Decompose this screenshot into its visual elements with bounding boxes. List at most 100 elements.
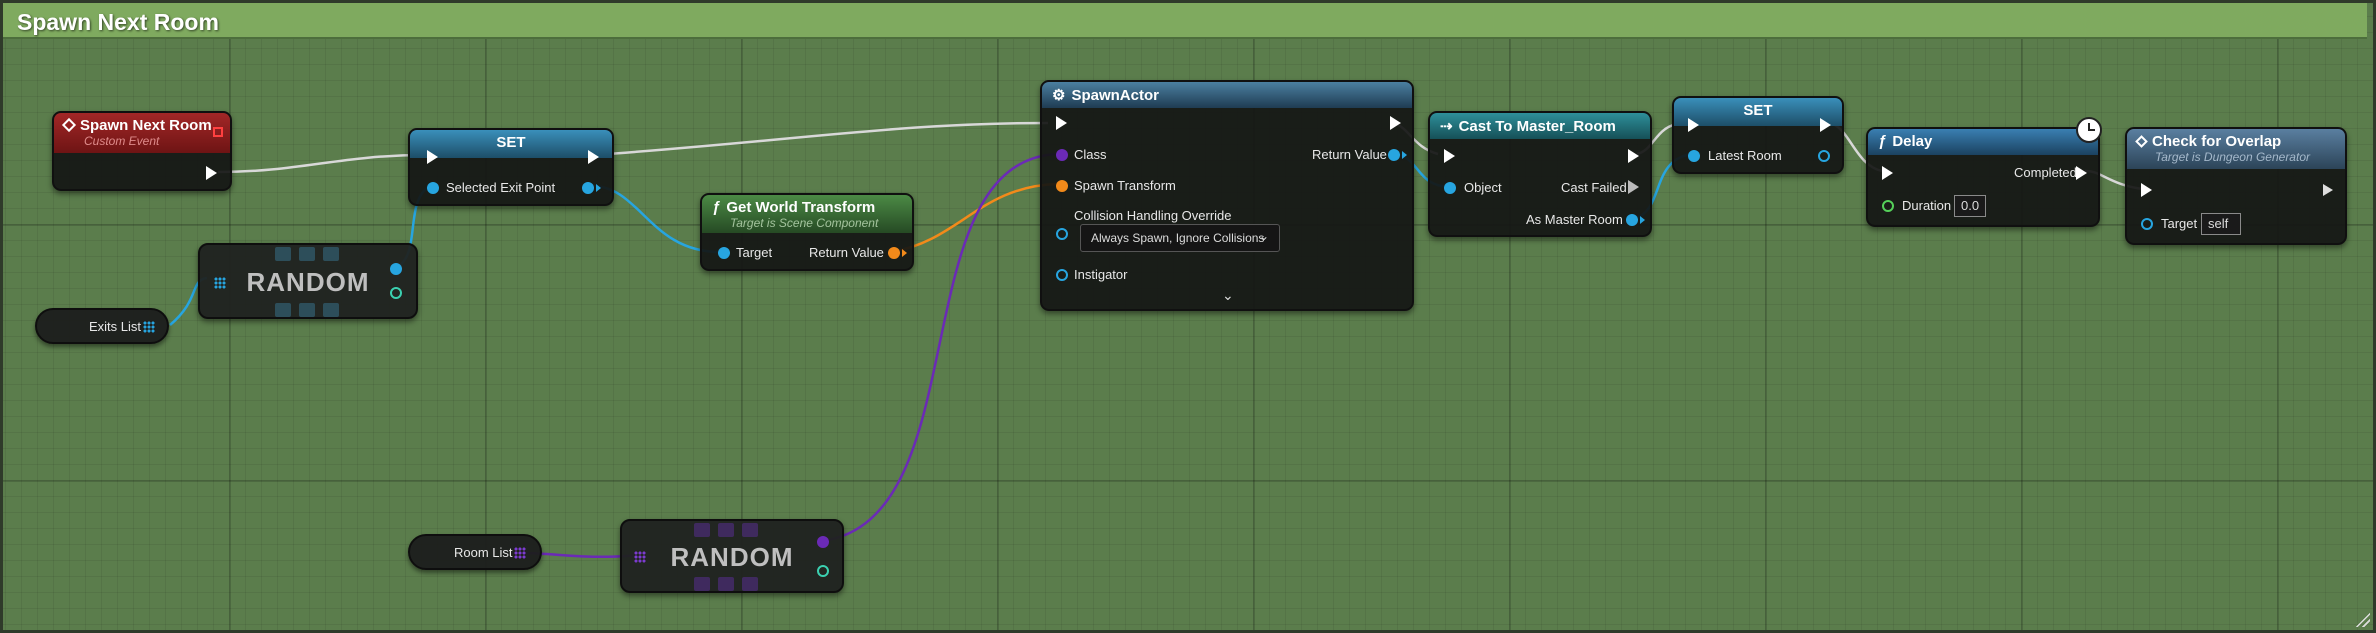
latest-room-out-pin[interactable] xyxy=(1818,150,1830,162)
custom-event-node[interactable]: Spawn Next Room Custom Event xyxy=(52,111,232,191)
cast-as-pin[interactable] xyxy=(1626,214,1638,226)
function-icon: ƒ xyxy=(712,199,721,216)
cast-arrow-icon: ⇢ xyxy=(1440,118,1453,135)
deco-block xyxy=(275,303,291,317)
event-title: Spawn Next Room xyxy=(80,117,212,134)
check-title: Check for Overlap xyxy=(2152,133,2282,150)
spawn-return-label: Return Value xyxy=(1312,147,1387,162)
collision-value: Always Spawn, Ignore Collisions xyxy=(1091,231,1265,245)
gwt-title: Get World Transform xyxy=(726,199,876,216)
collision-override-label: Collision Handling Override xyxy=(1074,208,1232,223)
deco-block xyxy=(299,247,315,261)
cast-exec-in-pin[interactable] xyxy=(1444,149,1455,163)
array-grid-icon[interactable] xyxy=(514,547,526,559)
cast-exec-out-pin[interactable] xyxy=(1628,149,1639,163)
selected-exit-point-in-pin[interactable] xyxy=(427,182,439,194)
resize-handle-icon[interactable] xyxy=(2354,611,2370,627)
check-target-input[interactable]: self xyxy=(2201,213,2241,235)
check-exec-in-pin[interactable] xyxy=(2141,183,2152,197)
check-target-pin[interactable] xyxy=(2141,218,2153,230)
set-latest-room-node[interactable]: SET Latest Room xyxy=(1672,96,1844,174)
spawn-class-label: Class xyxy=(1074,147,1107,162)
set-title: SET xyxy=(496,134,526,151)
event-exec-out-pin[interactable] xyxy=(206,166,217,180)
deco-block xyxy=(742,523,758,537)
random-room-node[interactable]: RANDOM xyxy=(620,519,844,593)
delay-title: Delay xyxy=(1892,133,1933,150)
deco-block xyxy=(323,247,339,261)
chevron-down-icon: ⌄ xyxy=(1258,229,1269,243)
event-diamond-icon xyxy=(2135,135,2148,148)
spawn-actor-header: ⚙ SpawnActor xyxy=(1042,82,1412,108)
delay-duration-input[interactable]: 0.0 xyxy=(1954,195,1986,217)
cast-failed-pin[interactable] xyxy=(1628,180,1639,194)
random-item-out-pin[interactable] xyxy=(390,263,402,275)
random-array-item-node[interactable]: RANDOM xyxy=(198,243,418,319)
cast-header: ⇢ Cast To Master_Room xyxy=(1430,113,1650,139)
set2-header: SET xyxy=(1674,98,1842,126)
exits-list-variable[interactable]: Exits List xyxy=(35,308,169,344)
spawn-actor-title: SpawnActor xyxy=(1071,87,1159,104)
exec-wire xyxy=(217,153,426,174)
spawn-return-pin[interactable] xyxy=(1388,149,1400,161)
set2-exec-in-pin[interactable] xyxy=(1688,118,1699,132)
pin-arrow xyxy=(1640,216,1645,224)
deco-block xyxy=(718,523,734,537)
spawn-class-pin[interactable] xyxy=(1056,149,1068,161)
check-for-overlap-node[interactable]: Check for Overlap Target is Dungeon Gene… xyxy=(2125,127,2347,245)
delay-duration-pin[interactable] xyxy=(1882,200,1894,212)
cast-object-label: Object xyxy=(1464,180,1502,195)
gwt-return-pin[interactable] xyxy=(888,247,900,259)
spawn-transform-label: Spawn Transform xyxy=(1074,178,1176,193)
random2-index-out-pin[interactable] xyxy=(817,565,829,577)
check-exec-out-outline xyxy=(2323,184,2333,196)
cast-failed-label: Cast Failed xyxy=(1561,180,1627,195)
get-world-transform-node[interactable]: ƒ Get World Transform Target is Scene Com… xyxy=(700,193,914,271)
set-exec-out-pin[interactable] xyxy=(588,150,599,164)
set2-title: SET xyxy=(1743,102,1773,119)
spawn-transform-pin[interactable] xyxy=(1056,180,1068,192)
set-node-header: SET xyxy=(410,130,612,158)
set-exec-in-pin[interactable] xyxy=(427,150,438,164)
delay-exec-in-pin[interactable] xyxy=(1882,166,1893,180)
exec-wire xyxy=(594,121,1049,157)
deco-block xyxy=(694,523,710,537)
expand-chevron-icon[interactable]: ⌄ xyxy=(1222,287,1234,304)
selected-exit-point-out-pin[interactable] xyxy=(582,182,594,194)
spawn-actor-node[interactable]: ⚙ SpawnActor Class Return Value Spawn Tra… xyxy=(1040,80,1414,311)
room-list-label: Room List xyxy=(454,545,513,560)
gwt-return-label: Return Value xyxy=(809,245,884,260)
selected-exit-point-label: Selected Exit Point xyxy=(446,180,556,195)
instigator-pin[interactable] xyxy=(1056,269,1068,281)
deco-block xyxy=(323,303,339,317)
event-delegate-pin[interactable] xyxy=(213,127,223,137)
random-index-out-pin[interactable] xyxy=(390,287,402,299)
pin-arrow xyxy=(902,249,907,257)
latest-room-in-pin[interactable] xyxy=(1688,150,1700,162)
cast-object-pin[interactable] xyxy=(1444,182,1456,194)
instigator-label: Instigator xyxy=(1074,267,1128,282)
delay-header: ƒ Delay xyxy=(1868,129,2098,155)
latest-room-label: Latest Room xyxy=(1708,148,1782,163)
check-subtitle: Target is Dungeon Generator xyxy=(2155,150,2310,164)
spawn-exec-in-pin[interactable] xyxy=(1056,116,1067,130)
delay-completed-pin[interactable] xyxy=(2076,166,2087,180)
random2-title: RANDOM xyxy=(670,542,794,572)
set2-exec-out-pin[interactable] xyxy=(1820,118,1831,132)
spawn-exec-out-pin[interactable] xyxy=(1390,116,1401,130)
deco-block xyxy=(718,577,734,591)
set-selected-exit-point-node[interactable]: SET Selected Exit Point xyxy=(408,128,614,206)
room-list-variable[interactable]: Room List xyxy=(408,534,542,570)
collision-override-pin[interactable] xyxy=(1056,228,1068,240)
event-subtitle: Custom Event xyxy=(84,134,160,148)
gwt-target-pin[interactable] xyxy=(718,247,730,259)
collision-dropdown[interactable]: Always Spawn, Ignore Collisions ⌄ xyxy=(1080,224,1280,252)
array-grid-icon[interactable] xyxy=(143,321,155,333)
deco-block xyxy=(742,577,758,591)
function-icon: ƒ xyxy=(1878,133,1887,150)
random2-item-out-pin[interactable] xyxy=(817,536,829,548)
function-icon: ⚙ xyxy=(1052,87,1066,104)
cast-to-master-room-node[interactable]: ⇢ Cast To Master_Room Object Cast Failed … xyxy=(1428,111,1652,237)
gwt-header: ƒ Get World Transform Target is Scene Com… xyxy=(702,195,912,233)
delay-node[interactable]: ƒ Delay Completed Duration 0.0 xyxy=(1866,117,2102,227)
